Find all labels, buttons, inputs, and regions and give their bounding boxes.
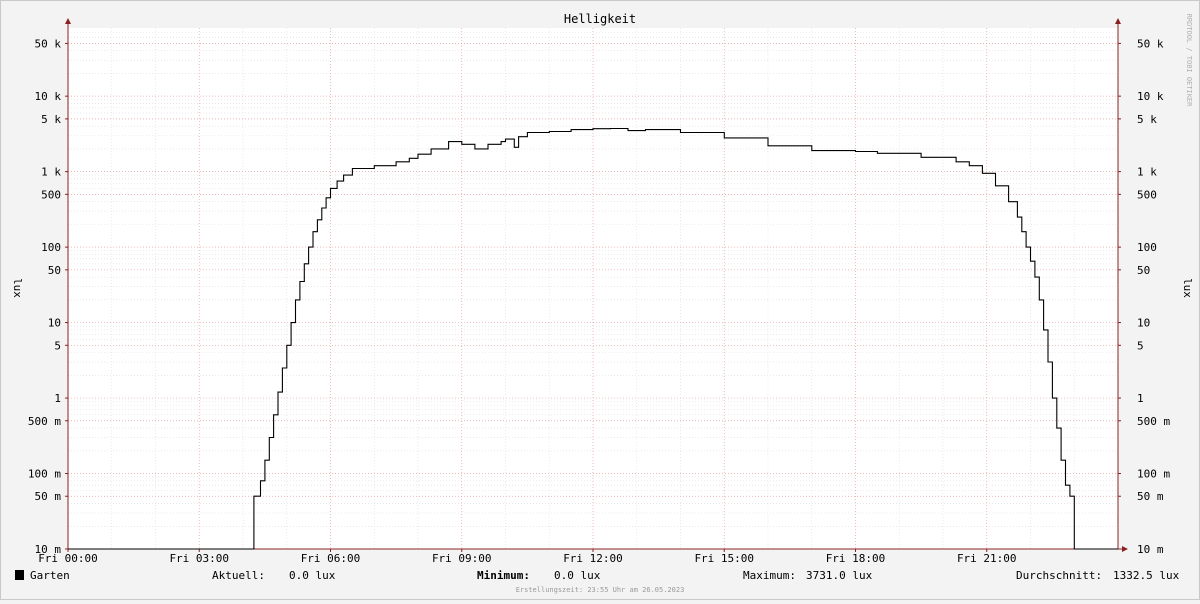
chart-page: 10 m 10 m 50 m 50 m 100 m 100 m 500 m 500 m1155… bbox=[0, 0, 1200, 600]
y-tick-label-left: 50 bbox=[48, 264, 61, 277]
y-tick-label-right: 100 m bbox=[1137, 468, 1170, 481]
x-tick-label: Fri 09:00 bbox=[432, 552, 492, 565]
x-tick-label: Fri 12:00 bbox=[563, 552, 623, 565]
chart-svg: 10 m 10 m50 m 50 m100 m 100 m500 m 500 m1 15 5… bbox=[0, 0, 1200, 600]
y-axis-label-left: lux bbox=[11, 278, 24, 298]
x-tick-label: Fri 18:00 bbox=[826, 552, 886, 565]
y-tick-label-right: 10 bbox=[1137, 317, 1150, 330]
x-tick-label: Fri 00:00 bbox=[38, 552, 98, 565]
footer-timestamp: Erstellungszeit: 23:55 Uhr am 26.05.2023 bbox=[516, 586, 685, 594]
y-tick-label-right: 5 bbox=[1137, 339, 1144, 352]
stat-avg-value: 1332.5 lux bbox=[1113, 569, 1180, 582]
x-tick-label: Fri 06:00 bbox=[301, 552, 361, 565]
watermark: RRDTOOL / TOBI OETIKER bbox=[1185, 14, 1193, 108]
stat-min-label: Minimum: bbox=[477, 569, 530, 582]
y-tick-label-right: 500 bbox=[1137, 188, 1157, 201]
y-tick-label-right: 500 m bbox=[1137, 415, 1170, 428]
y-tick-label-left: 5 k bbox=[41, 113, 61, 126]
y-tick-label-right: 10 k bbox=[1137, 90, 1164, 103]
stat-max-value: 3731.0 lux bbox=[806, 569, 873, 582]
y-tick-label-right: 100 bbox=[1137, 241, 1157, 254]
stat-current-label: Aktuell: bbox=[212, 569, 265, 582]
y-tick-label-left: 5 bbox=[54, 339, 61, 352]
stat-current-value: 0.0 lux bbox=[289, 569, 336, 582]
legend-swatch bbox=[15, 570, 24, 580]
y-tick-label-right: 5 k bbox=[1137, 113, 1157, 126]
y-tick-label-right: 10 m bbox=[1137, 543, 1164, 556]
y-tick-label-left: 500 bbox=[41, 188, 61, 201]
y-tick-label-left: 1 bbox=[54, 392, 61, 405]
legend-label: Garten bbox=[30, 569, 70, 582]
x-tick-label: Fri 21:00 bbox=[957, 552, 1017, 565]
stat-min-value: 0.0 lux bbox=[554, 569, 601, 582]
y-tick-label-right: 50 m bbox=[1137, 490, 1164, 503]
y-tick-label-left: 1 k bbox=[41, 166, 61, 179]
y-tick-label-left: 10 k bbox=[35, 90, 62, 103]
y-tick-label-right: 1 k bbox=[1137, 166, 1157, 179]
stat-avg-label: Durchschnitt: bbox=[1016, 569, 1102, 582]
y-tick-label-right: 50 k bbox=[1137, 37, 1164, 50]
y-tick-label-right: 1 bbox=[1137, 392, 1144, 405]
x-tick-label: Fri 15:00 bbox=[694, 552, 754, 565]
y-tick-label-left: 100 bbox=[41, 241, 61, 254]
y-tick-label-right: 50 bbox=[1137, 264, 1150, 277]
y-tick-label-left: 100 m bbox=[28, 468, 61, 481]
y-axis-label-right: lux bbox=[1181, 278, 1194, 298]
x-tick-label: Fri 03:00 bbox=[169, 552, 229, 565]
chart-title: Helligkeit bbox=[564, 12, 636, 26]
y-tick-label-left: 50 k bbox=[35, 37, 62, 50]
stat-max-label: Maximum: bbox=[743, 569, 796, 582]
y-tick-label-left: 50 m bbox=[35, 490, 62, 503]
y-tick-label-left: 500 m bbox=[28, 415, 61, 428]
y-tick-label-left: 10 bbox=[48, 317, 61, 330]
